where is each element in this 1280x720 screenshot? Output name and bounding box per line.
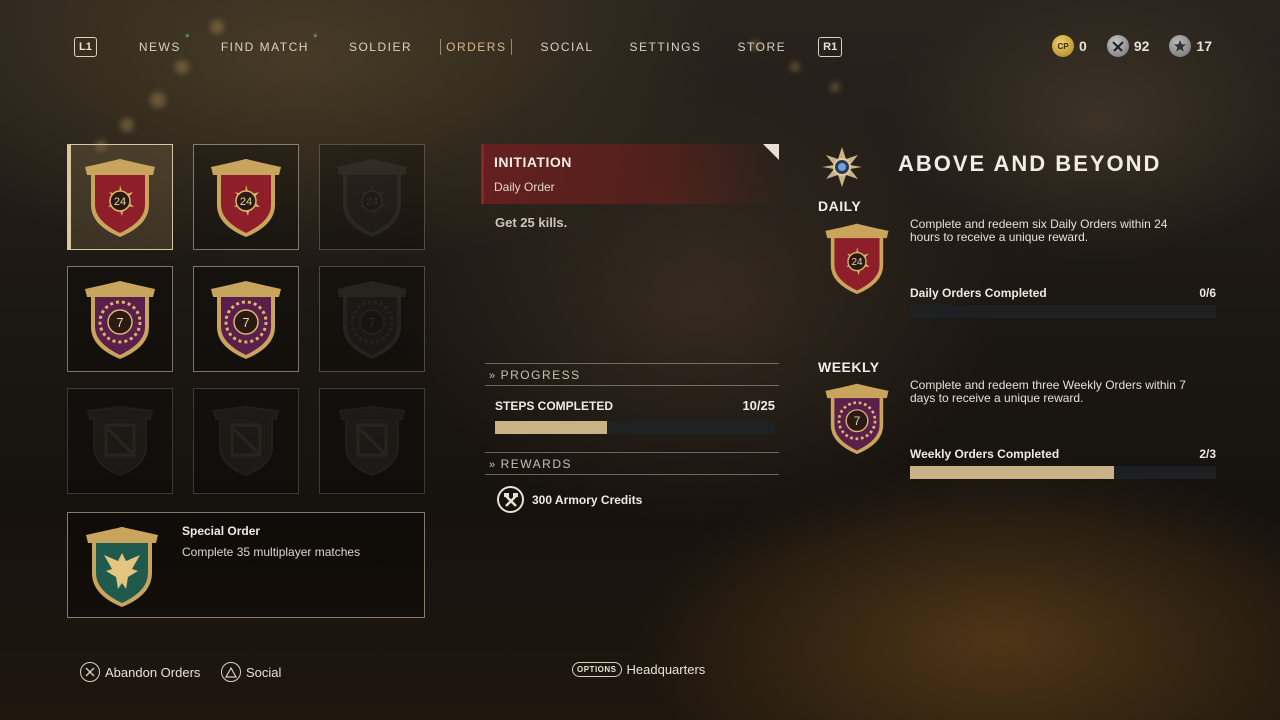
daily-order-badge-icon: 24 (85, 159, 155, 237)
steps-completed-value: 10/25 (742, 398, 775, 413)
cod-points: CP 0 (1052, 35, 1087, 57)
order-slot-empty[interactable] (193, 388, 299, 494)
badge-number: 7 (242, 315, 249, 330)
steps-progress-bar (495, 421, 775, 434)
special-order-title: Special Order (182, 524, 261, 538)
daily-order-badge-locked-icon: 24 (337, 159, 407, 237)
order-slot-daily-3[interactable]: 24 (319, 144, 425, 250)
daily-progress-bar (910, 305, 1216, 318)
badge-number: 7 (116, 315, 123, 330)
headquarters-prompt[interactable]: OPTIONS Headquarters (572, 662, 705, 677)
badge-number: 7 (368, 315, 375, 330)
r1-button[interactable]: R1 (818, 37, 843, 57)
weekly-order-badge-icon: 7 (825, 383, 889, 455)
double-chevron-icon: » (489, 459, 497, 471)
weekly-description: Complete and redeem three Weekly Orders … (910, 378, 1186, 405)
challenge-medal-icon (822, 147, 862, 187)
order-slot-daily-2[interactable]: 24 (193, 144, 299, 250)
weekly-progress-fill (910, 466, 1115, 479)
order-slot-empty[interactable] (319, 388, 425, 494)
badge-number: 7 (854, 415, 861, 428)
double-chevron-icon: » (489, 370, 497, 382)
steps-completed-label: STEPS COMPLETED (495, 399, 614, 413)
tab-settings[interactable]: SETTINGS (630, 40, 702, 54)
armory-credits-icon (497, 486, 524, 513)
new-indicator-icon: * (185, 32, 191, 44)
social-prompt[interactable]: Social (221, 662, 281, 682)
weekly-order-badge-icon: 7 (85, 281, 155, 359)
daily-label: DAILY (818, 198, 862, 214)
reward-label: 300 Armory Credits (532, 492, 643, 507)
order-type: Daily Order (494, 180, 555, 194)
progress-section-title: » PROGRESS (489, 368, 581, 382)
weekly-progress-bar (910, 466, 1216, 479)
selected-order-header: INITIATION Daily Order (481, 144, 779, 204)
options-button-icon: OPTIONS (572, 662, 622, 677)
daily-progress-value: 0/6 (1199, 286, 1216, 300)
new-indicator-icon: * (313, 32, 319, 44)
special-order-description: Complete 35 multiplayer matches (182, 545, 361, 559)
divider (485, 474, 779, 475)
tab-find-match[interactable]: FIND MATCH * (221, 32, 318, 54)
special-order-card[interactable]: Special Order Complete 35 multiplayer ma… (67, 512, 425, 618)
order-slot-empty[interactable] (67, 388, 173, 494)
triangle-button-icon (221, 662, 241, 682)
order-name: INITIATION (494, 154, 572, 170)
supply-drop-icon (1169, 35, 1192, 57)
abandon-orders-prompt[interactable]: Abandon Orders (80, 662, 200, 682)
tab-soldier[interactable]: SOLDIER (349, 40, 412, 54)
empty-order-scroll-icon (86, 405, 154, 477)
challenge-title: ABOVE AND BEYOND (898, 151, 1162, 176)
badge-number: 24 (114, 196, 126, 208)
rewards-section-title: » REWARDS (489, 457, 573, 471)
weekly-order-badge-locked-icon: 7 (337, 281, 407, 359)
divider (485, 385, 779, 386)
corner-marker-icon (763, 144, 779, 160)
tab-social[interactable]: SOCIAL (540, 40, 593, 54)
armory-credits: 92 (1106, 35, 1149, 57)
weekly-progress-label: Weekly Orders Completed (910, 447, 1060, 461)
empty-order-scroll-icon (212, 405, 280, 477)
reward-item: 300 Armory Credits (497, 486, 642, 513)
weekly-progress-value: 2/3 (1199, 447, 1216, 461)
daily-progress-label: Daily Orders Completed (910, 286, 1047, 300)
daily-order-badge-icon: 24 (211, 159, 281, 237)
order-slot-daily-1[interactable]: 24 (67, 144, 173, 250)
tab-orders[interactable]: ORDERS (440, 39, 513, 55)
order-description: Get 25 kills. (495, 215, 568, 230)
supply-drops: 17 (1169, 35, 1212, 57)
cp-coin-icon: CP (1052, 35, 1075, 57)
order-slot-weekly-2[interactable]: 7 (193, 266, 299, 372)
badge-number: 24 (851, 257, 863, 268)
special-order-eagle-badge-icon (86, 527, 158, 607)
divider (485, 363, 779, 364)
empty-order-scroll-icon (338, 405, 406, 477)
tab-store[interactable]: STORE (738, 40, 787, 54)
weekly-order-badge-icon: 7 (211, 281, 281, 359)
cross-button-icon (80, 662, 100, 682)
divider (485, 452, 779, 453)
steps-progress-fill (495, 421, 607, 434)
order-slot-weekly-1[interactable]: 7 (67, 266, 173, 372)
orders-grid: 24 24 24 7 7 7 (67, 144, 425, 496)
order-slot-weekly-3[interactable]: 7 (319, 266, 425, 372)
daily-order-badge-icon: 24 (825, 223, 889, 295)
tab-news[interactable]: NEWS * (139, 32, 190, 54)
daily-description: Complete and redeem six Daily Orders wit… (910, 217, 1168, 244)
badge-number: 24 (240, 196, 252, 208)
l1-button[interactable]: L1 (74, 37, 97, 57)
badge-number: 24 (366, 196, 378, 208)
currency-bar: CP 0 92 17 (1052, 35, 1212, 57)
armory-credits-icon (1106, 35, 1129, 57)
top-nav: L1 NEWS * FIND MATCH * SOLDIER ORDERS SOCI… (74, 32, 843, 58)
weekly-label: WEEKLY (818, 359, 880, 375)
